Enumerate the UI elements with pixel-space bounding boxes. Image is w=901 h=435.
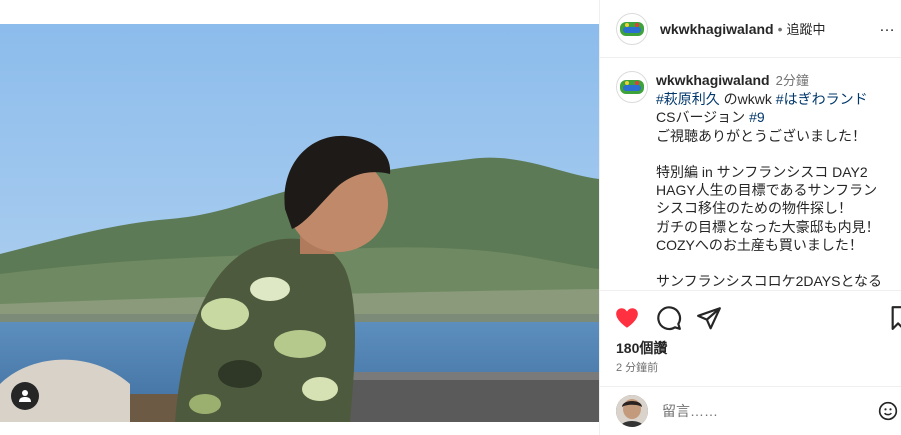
action-bar — [600, 290, 901, 345]
comment-icon[interactable] — [656, 305, 682, 331]
caption-line: #萩原利久 のwkwk #はぎわランド — [656, 90, 896, 108]
caption-line: HAGY人生の目標であるサンフラン — [656, 182, 878, 199]
bookmark-icon[interactable] — [890, 305, 901, 331]
brand-logo — [620, 21, 644, 36]
caption-time: 2分鐘 — [775, 73, 809, 88]
caption-header-line: wkwkhagiwaland 2分鐘 — [656, 71, 896, 90]
like-count[interactable]: 180個讚 — [616, 338, 667, 358]
post-caption: wkwkhagiwaland 2分鐘 #萩原利久 のwkwk #はぎわランド CS… — [600, 59, 901, 290]
comment-bar — [600, 386, 901, 435]
caption-fragment: のwkwk — [719, 91, 776, 108]
post-photo[interactable] — [0, 24, 599, 422]
caption-line: ガチの目標となった大豪邸も内見！ — [656, 218, 880, 235]
photo-bottom-margin — [0, 422, 599, 435]
caption-avatar[interactable] — [616, 71, 648, 103]
follow-status-button[interactable]: 追蹤中 — [787, 19, 826, 38]
tagged-users-button[interactable] — [11, 382, 39, 410]
post-timestamp: 2 分鐘前 — [616, 362, 659, 374]
caption-line: 特別編 in サンフランシスコ DAY2 — [656, 164, 868, 181]
caption-line: COZYへのお土産も買いました！ — [656, 236, 863, 253]
caption-line: CSバージョン #9 — [656, 108, 896, 126]
user-icon — [19, 390, 31, 402]
caption-line: ご視聴ありがとうございました！ — [656, 127, 866, 144]
photo-top-margin — [0, 0, 599, 24]
send-icon[interactable] — [696, 305, 722, 331]
caption-line — [656, 254, 896, 272]
post-author-username[interactable]: wkwkhagiwaland — [660, 21, 774, 37]
hashtag-link[interactable]: #萩原利久 — [656, 91, 720, 107]
photo-scene — [0, 24, 599, 422]
profile-avatar[interactable] — [616, 12, 648, 45]
hashtag-link[interactable]: #はぎわランド — [776, 91, 868, 107]
post-side-panel: wkwkhagiwaland • 追蹤中 … wkwkhagiwaland 2分鐘… — [599, 0, 901, 435]
avatar-photo — [616, 395, 648, 427]
caption-line: サンフランシスコロケ2DAYSとなる — [656, 273, 883, 290]
caption-line: シスコ移住のための物件探し！ — [656, 200, 852, 217]
emoji-icon[interactable] — [878, 401, 898, 421]
brand-logo — [620, 80, 644, 94]
caption-username[interactable]: wkwkhagiwaland — [656, 72, 770, 88]
viewer-avatar — [616, 395, 648, 427]
caption-line — [656, 145, 896, 163]
more-options-button[interactable]: … — [879, 18, 896, 36]
heart-icon[interactable] — [614, 305, 640, 331]
caption-fragment: CSバージョン — [656, 109, 750, 126]
separator-dot: • — [777, 20, 783, 37]
caption-text: wkwkhagiwaland 2分鐘 #萩原利久 のwkwk #はぎわランド CS… — [656, 71, 896, 290]
post-header: wkwkhagiwaland • 追蹤中 … — [600, 0, 901, 58]
comment-input[interactable] — [662, 403, 862, 419]
hashtag-link[interactable]: #9 — [749, 109, 765, 125]
